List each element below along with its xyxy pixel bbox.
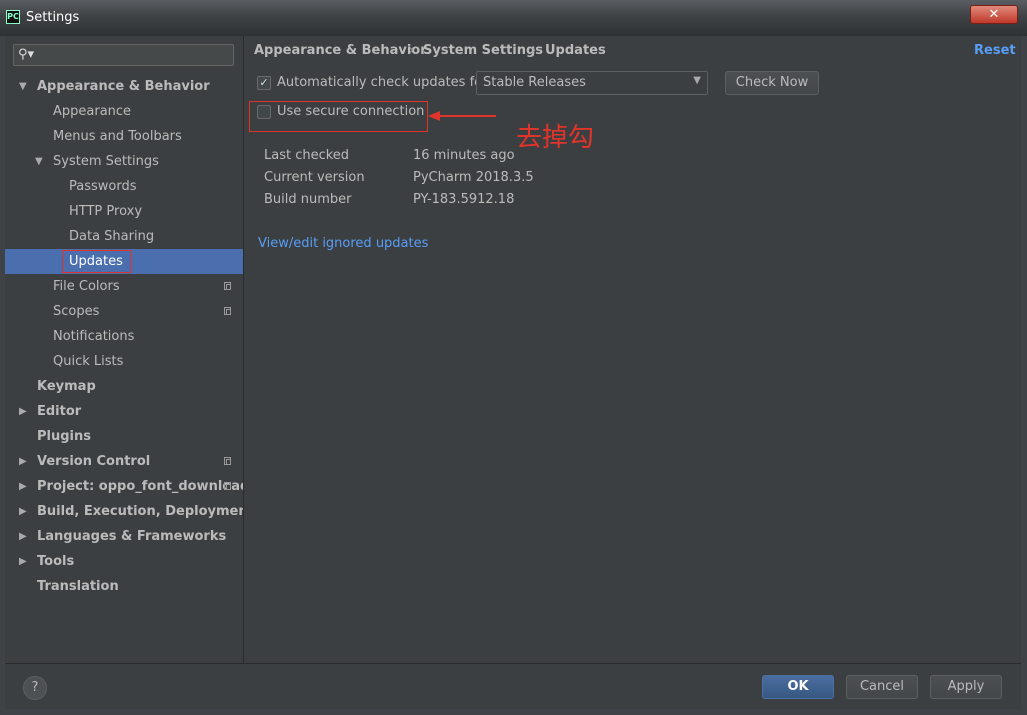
info-value: 16 minutes ago [413, 148, 515, 163]
sidebar-item-data-sharing[interactable]: Data Sharing [5, 224, 243, 249]
sidebar-item-tools[interactable]: ▶ Tools [5, 549, 243, 574]
project-scope-icon [224, 307, 231, 315]
cancel-button[interactable]: Cancel [846, 675, 918, 699]
apply-button[interactable]: Apply [930, 675, 1002, 699]
chevron-right-icon: ▶ [19, 556, 27, 567]
dialog-footer: ? OK Cancel Apply [5, 663, 1021, 709]
chevron-right-icon: ▶ [19, 406, 27, 417]
info-value: PyCharm 2018.3.5 [413, 170, 534, 185]
sidebar-item-label: Quick Lists [53, 354, 124, 369]
project-scope-icon [224, 482, 231, 490]
sidebar-item-scopes[interactable]: Scopes [5, 299, 243, 324]
breadcrumb-separator: › [531, 43, 537, 58]
sidebar-item-label: HTTP Proxy [69, 204, 143, 219]
ignored-updates-link[interactable]: View/edit ignored updates [258, 236, 428, 251]
sidebar-item-version-control[interactable]: ▶ Version Control [5, 449, 243, 474]
info-value: PY-183.5912.18 [413, 192, 515, 207]
sidebar-item-build-execution-deployment[interactable]: ▶ Build, Execution, Deployment [5, 499, 254, 524]
sidebar-item-label: Tools [37, 554, 75, 569]
sidebar-item-label: Notifications [53, 329, 135, 344]
breadcrumb-separator: › [409, 43, 415, 58]
sidebar-item-translation[interactable]: Translation [5, 574, 243, 599]
annotation-highlight-box [62, 250, 131, 273]
chevron-right-icon: ▶ [19, 456, 27, 467]
project-scope-icon [224, 282, 231, 290]
sidebar-item-label: Data Sharing [69, 229, 155, 244]
sidebar-item-editor[interactable]: ▶ Editor [5, 399, 243, 424]
pycharm-icon: PC [6, 10, 20, 24]
search-input[interactable]: ⚲▾ [13, 44, 234, 66]
sidebar-item-appearance[interactable]: Appearance [5, 99, 243, 124]
chevron-right-icon: ▶ [19, 506, 27, 517]
project-scope-icon [224, 457, 231, 465]
settings-sidebar: ⚲▾ ▼ Appearance & Behavior Appearance Me… [5, 36, 254, 663]
sidebar-item-label: Version Control [37, 454, 151, 469]
breadcrumb-item[interactable]: System Settings [423, 43, 543, 58]
sidebar-item-languages-frameworks[interactable]: ▶ Languages & Frameworks [5, 524, 243, 549]
chevron-right-icon: ▶ [19, 531, 27, 542]
breadcrumb-item[interactable]: Appearance & Behavior [254, 43, 427, 58]
sidebar-item-label: Languages & Frameworks [37, 529, 227, 544]
sidebar-item-label: Menus and Toolbars [53, 129, 182, 144]
sidebar-item-label: File Colors [53, 279, 120, 294]
breadcrumb-item: Updates [545, 43, 606, 58]
sidebar-item-passwords[interactable]: Passwords [5, 174, 243, 199]
auto-check-checkbox[interactable]: ✓ [257, 76, 271, 90]
info-key: Current version [264, 170, 365, 185]
sidebar-item-plugins[interactable]: Plugins [5, 424, 243, 449]
search-icon: ⚲▾ [18, 47, 35, 62]
sidebar-item-label: Plugins [37, 429, 91, 444]
sidebar-item-label: System Settings [53, 154, 159, 169]
ok-button[interactable]: OK [762, 675, 834, 699]
auto-check-label: Automatically check updates for [277, 75, 488, 90]
window-title: Settings [26, 10, 80, 25]
sidebar-item-label: Appearance [53, 104, 132, 119]
annotation-text: 去掉勾 [516, 123, 595, 153]
sidebar-item-system-settings[interactable]: ▼ System Settings [5, 149, 243, 174]
sidebar-item-label: Scopes [53, 304, 100, 319]
settings-content: Appearance & Behavior › System Settings … [244, 36, 1021, 663]
reset-link[interactable]: Reset [974, 43, 1016, 58]
sidebar-item-file-colors[interactable]: File Colors [5, 274, 243, 299]
sidebar-item-notifications[interactable]: Notifications [5, 324, 243, 349]
chevron-down-icon: ▼ [19, 81, 27, 92]
annotation-highlight-box [249, 101, 428, 132]
sidebar-item-http-proxy[interactable]: HTTP Proxy [5, 199, 243, 224]
close-button[interactable]: ✕ [970, 5, 1018, 24]
check-now-button[interactable]: Check Now [725, 71, 819, 95]
sidebar-item-project[interactable]: ▶ Project: oppo_font_download [5, 474, 249, 499]
sidebar-item-quick-lists[interactable]: Quick Lists [5, 349, 243, 374]
info-key: Build number [264, 192, 352, 207]
sidebar-item-label: Editor [37, 404, 82, 419]
sidebar-item-menus-toolbars[interactable]: Menus and Toolbars [5, 124, 243, 149]
window-frame-right [1021, 36, 1027, 715]
sidebar-item-keymap[interactable]: Keymap [5, 374, 243, 399]
sidebar-item-updates[interactable]: Updates [5, 249, 243, 274]
annotation-arrow-icon [428, 111, 496, 121]
chevron-down-icon: ▼ [35, 156, 43, 167]
chevron-right-icon: ▶ [19, 481, 27, 492]
info-key: Last checked [264, 148, 350, 163]
settings-window: PC Settings ✕ ⚲▾ ▼ Appearance & Behavior… [0, 0, 1027, 715]
help-button[interactable]: ? [23, 676, 47, 700]
sidebar-item-label: Build, Execution, Deployment [37, 504, 254, 519]
update-channel-select[interactable]: Stable Releases ▼ [476, 71, 708, 95]
chevron-down-icon: ▼ [693, 75, 701, 86]
sidebar-item-label: Passwords [69, 179, 137, 194]
window-frame-bottom [0, 709, 1027, 715]
sidebar-item-label: Translation [37, 579, 119, 594]
sidebar-item-label: Appearance & Behavior [37, 79, 210, 94]
sidebar-item-label: Keymap [37, 379, 96, 394]
select-value: Stable Releases [483, 75, 586, 90]
title-bar: PC Settings ✕ [0, 0, 1027, 36]
sidebar-item-label: Project: oppo_font_download [37, 479, 250, 494]
sidebar-item-appearance-behavior[interactable]: ▼ Appearance & Behavior [5, 74, 243, 99]
